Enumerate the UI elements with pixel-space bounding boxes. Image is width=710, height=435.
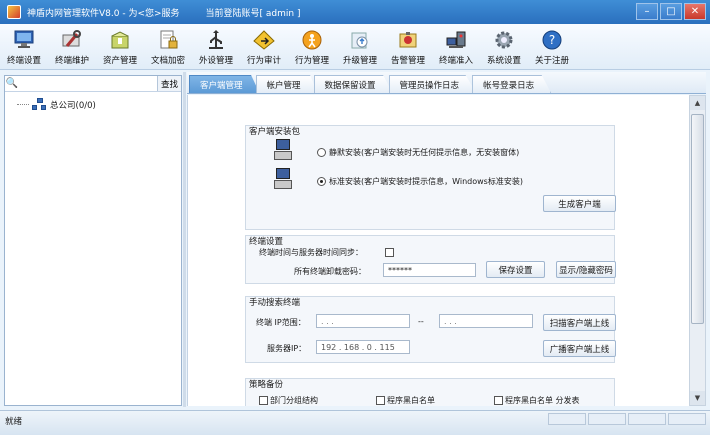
minimize-button[interactable]: – — [636, 3, 658, 20]
toolbar-terminal-maintenance[interactable]: 终端维护 — [48, 24, 96, 70]
uninstall-password-label: 所有终端卸载密码： — [294, 267, 366, 276]
scroll-up-icon[interactable]: ▲ — [690, 96, 705, 110]
standard-install-radio[interactable] — [317, 177, 326, 186]
main-toolbar: 终端设置 终端维护 资产管理 文档加密 外设管理 行为审计 行为管理 升级管理 … — [0, 24, 710, 70]
terminal-settings-group: 终端设置 终端时间与服务器时间同步： 所有终端卸载密码： ****** 保存设置… — [245, 235, 616, 284]
behavior-icon — [300, 28, 324, 52]
window-title: 神盾内网管理软件V8.0 - 为<您>服务 — [27, 8, 180, 19]
toolbar-document-encryption[interactable]: 文档加密 — [144, 24, 192, 70]
status-bar: 就绪 — [0, 410, 710, 435]
network-access-icon — [444, 28, 468, 52]
window-controls: – □ ✕ — [636, 3, 706, 20]
scan-clients-button[interactable]: 扫描客户端上线 — [543, 314, 616, 331]
installer-pc-icon — [274, 139, 292, 161]
toolbar-asset-management[interactable]: 资产管理 — [96, 24, 144, 70]
server-ip-input[interactable]: 192 . 168 . 0 . 115 — [316, 340, 410, 354]
tab-data-retention[interactable]: 数据保留设置 — [313, 75, 393, 93]
tree-node-label: 总公司(0/0) — [50, 100, 96, 111]
upgrade-icon — [348, 28, 372, 52]
toolbar-terminal-access[interactable]: 终端准入 — [432, 24, 480, 70]
toolbar-behavior-audit[interactable]: 行为审计 — [240, 24, 288, 70]
tree-search-bar: 🔍 查找 — [5, 76, 181, 92]
silent-install-radio[interactable] — [317, 148, 326, 157]
tree-node-root[interactable]: 总公司(0/0) — [17, 98, 96, 111]
client-management-panel: 客户端安装包 静默安装(客户端安装时无任何提示信息，无安装窗体) 标准安装(客户… — [187, 95, 689, 406]
standard-install-label: 标准安装(客户端安装时提示信息，Windows标准安装) — [329, 177, 523, 186]
ip-range-start-input[interactable]: . . . — [316, 314, 410, 328]
broadcast-clients-button[interactable]: 广播客户端上线 — [543, 340, 616, 357]
status-panel — [628, 413, 666, 425]
status-text: 就绪 — [5, 417, 23, 427]
tab-client-management[interactable]: 客户端管理 — [189, 75, 260, 93]
backup-department-checkbox[interactable] — [259, 396, 268, 405]
ip-range-label: 终端 IP范围： — [256, 318, 306, 327]
toolbar-terminal-settings[interactable]: 终端设置 — [0, 24, 48, 70]
status-panel — [548, 413, 586, 425]
svg-text:?: ? — [549, 33, 555, 47]
tab-admin-operation-log[interactable]: 管理员操作日志 — [388, 75, 477, 93]
encrypted-document-icon — [156, 28, 180, 52]
server-ip-label: 服务器IP： — [267, 344, 307, 353]
status-panels — [548, 413, 706, 425]
usb-icon — [204, 28, 228, 52]
terminal-settings-title: 终端设置 — [249, 237, 284, 247]
toolbar-upgrade-management[interactable]: 升级管理 — [336, 24, 384, 70]
toolbar-behavior-management[interactable]: 行为管理 — [288, 24, 336, 70]
pane-splitter[interactable] — [183, 72, 186, 407]
scroll-down-icon[interactable]: ▼ — [690, 391, 705, 405]
gear-icon — [492, 28, 516, 52]
content-scrollbar[interactable]: ▲ ▼ — [689, 95, 706, 406]
audit-icon — [252, 28, 276, 52]
monitor-icon — [12, 28, 36, 52]
backup-department-label: 部门分组结构 — [270, 396, 318, 405]
installer-pc-icon — [274, 168, 292, 190]
wrench-icon — [60, 28, 84, 52]
toolbar-peripheral-management[interactable]: 外设管理 — [192, 24, 240, 70]
manual-search-group: 手动搜索终端 终端 IP范围： . . . -- . . . 扫描客户端上线 服… — [245, 296, 616, 363]
backup-distribution-label: 程序黑白名单 分发表 — [505, 396, 580, 405]
tree-connector — [17, 104, 29, 105]
tree-search-input[interactable] — [19, 76, 157, 91]
tab-account-login-log[interactable]: 帐号登录日志 — [472, 75, 552, 93]
save-settings-button[interactable]: 保存设置 — [486, 261, 545, 278]
manual-search-title: 手动搜索终端 — [249, 298, 301, 308]
policy-backup-group: 策略备份 部门分组结构 程序黑白名单 程序黑白名单 分发表 — [245, 378, 615, 406]
box-icon — [108, 28, 132, 52]
backup-distribution-checkbox[interactable] — [494, 396, 503, 405]
backup-program-list-label: 程序黑白名单 — [387, 396, 435, 405]
title-bar: 神盾内网管理软件V8.0 - 为<您>服务 当前登陆账号[ admin ] – … — [0, 0, 710, 24]
current-account: 当前登陆账号[ admin ] — [205, 8, 301, 19]
backup-program-list-checkbox[interactable] — [376, 396, 385, 405]
scroll-thumb[interactable] — [691, 114, 704, 324]
help-icon: ? — [540, 28, 564, 52]
time-sync-checkbox[interactable] — [385, 248, 394, 257]
tree-search-button[interactable]: 查找 — [157, 76, 181, 91]
ip-range-separator: -- — [418, 317, 424, 326]
ip-range-end-input[interactable]: . . . — [439, 314, 533, 328]
time-sync-label: 终端时间与服务器时间同步： — [259, 248, 363, 257]
toggle-password-button[interactable]: 显示/隐藏密码 — [556, 261, 616, 278]
toolbar-system-settings[interactable]: 系统设置 — [480, 24, 528, 70]
toolbar-about-registration[interactable]: ? 关于注册 — [528, 24, 576, 70]
tab-account-management[interactable]: 帐户管理 — [255, 75, 318, 93]
tab-strip: 客户端管理 帐户管理 数据保留设置 管理员操作日志 帐号登录日志 — [187, 72, 706, 94]
client-package-title: 客户端安装包 — [249, 127, 301, 137]
toolbar-alarm-management[interactable]: 告警管理 — [384, 24, 432, 70]
silent-install-label: 静默安装(客户端安装时无任何提示信息，无安装窗体) — [329, 148, 520, 157]
client-package-group: 客户端安装包 静默安装(客户端安装时无任何提示信息，无安装窗体) 标准安装(客户… — [245, 125, 616, 230]
search-icon: 🔍 — [5, 78, 19, 89]
status-panel — [668, 413, 706, 425]
organization-icon — [32, 98, 47, 111]
organization-tree-panel: 🔍 查找 总公司(0/0) — [4, 75, 182, 406]
uninstall-password-field[interactable]: ****** — [383, 263, 476, 277]
generate-client-button[interactable]: 生成客户端 — [543, 195, 616, 212]
status-panel — [588, 413, 626, 425]
close-button[interactable]: ✕ — [684, 3, 706, 20]
app-logo-icon — [7, 5, 21, 19]
policy-backup-title: 策略备份 — [249, 380, 284, 390]
alarm-icon — [396, 28, 420, 52]
maximize-button[interactable]: □ — [660, 3, 682, 20]
